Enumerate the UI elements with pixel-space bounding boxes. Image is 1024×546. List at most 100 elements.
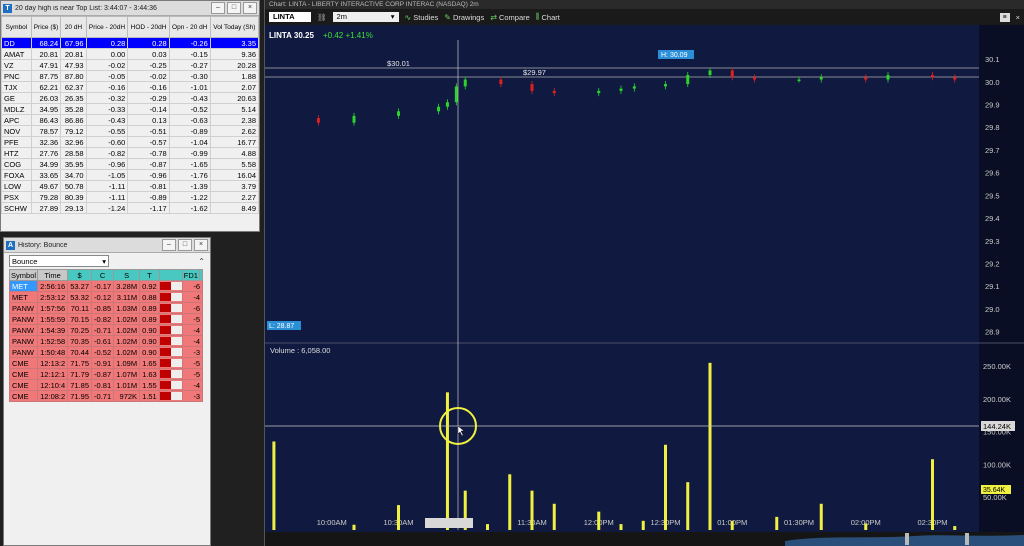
table-row[interactable]: LOW 49.67 50.78 -1.11 -0.81 -1.39 3.79: [1, 180, 259, 192]
candle[interactable]: [499, 79, 503, 85]
col-header[interactable]: Vol Today (Sh): [209, 16, 259, 38]
candle[interactable]: [397, 111, 400, 116]
col-header[interactable]: Time: [37, 269, 69, 281]
scrollbar-handle-right[interactable]: [965, 533, 969, 545]
table-row[interactable]: PNC 87.75 87.80 -0.05 -0.02 -0.30 1.88: [1, 70, 259, 82]
link-icon[interactable]: ⛓: [317, 13, 327, 22]
volume-bar[interactable]: [775, 516, 779, 530]
candle[interactable]: [797, 79, 801, 82]
timeframe-select[interactable]: 2m ▾: [332, 12, 399, 22]
volume-bar[interactable]: [619, 524, 623, 530]
volume-bar[interactable]: [352, 524, 356, 530]
volume-bar[interactable]: [730, 520, 734, 530]
symbol-input[interactable]: LINTA: [269, 12, 311, 22]
chart-button[interactable]: ⫼ Chart: [536, 12, 560, 22]
candle[interactable]: [931, 74, 934, 78]
candle[interactable]: [864, 77, 868, 80]
col-header[interactable]: Symbol: [8, 269, 39, 281]
list-item[interactable]: PANW 1:57:56 70.11 -0.85 1.03M 0.89 -6: [8, 302, 204, 314]
candle[interactable]: [454, 86, 458, 103]
candle[interactable]: [953, 77, 957, 80]
candle[interactable]: [730, 70, 734, 78]
volume-bar[interactable]: [486, 524, 489, 530]
compare-button[interactable]: ⇄ Compare: [490, 13, 530, 22]
volume-bar[interactable]: [708, 362, 712, 530]
col-header[interactable]: HOD - 20dH: [127, 16, 170, 38]
col-header[interactable]: 20 dH: [60, 16, 87, 38]
list-item[interactable]: PANW 1:50:48 70.44 -0.52 1.02M 0.90 -3: [8, 346, 204, 358]
volume-bar[interactable]: [641, 520, 645, 530]
table-row[interactable]: TJX 62.21 62.37 -0.16 -0.16 -1.01 2.07: [1, 81, 259, 93]
list-item[interactable]: PANW 1:52:58 70.35 -0.61 1.02M 0.90 -4: [8, 335, 204, 347]
candle[interactable]: [632, 86, 636, 89]
candle[interactable]: [886, 74, 890, 80]
chart-canvas[interactable]: LINTA 30.25 +0.42 +1.41% Volume : 6,058.…: [265, 25, 1024, 546]
candle[interactable]: [708, 70, 712, 75]
volume-bar[interactable]: [552, 503, 556, 530]
collapse-icon[interactable]: ⌃: [198, 257, 205, 266]
table-row[interactable]: GE 26.03 26.35 -0.32 -0.29 -0.43 20.63: [1, 92, 259, 104]
volume-bar[interactable]: [664, 444, 667, 530]
volume-bar[interactable]: [819, 503, 823, 530]
col-header[interactable]: Price - 20dH: [85, 16, 129, 38]
table-row[interactable]: PFE 32.36 32.96 -0.60 -0.57 -1.04 16.77: [1, 136, 259, 148]
list-item[interactable]: MET 2:56:16 53.27 -0.17 3.28M 0.92 -6: [8, 280, 204, 292]
col-header[interactable]: Symbol: [1, 16, 32, 38]
table-row[interactable]: FOXA 33.65 34.70 -1.05 -0.96 -1.76 16.04: [1, 169, 259, 181]
volume-bar[interactable]: [686, 482, 690, 530]
menu-icon[interactable]: ≡: [999, 12, 1010, 22]
close-icon[interactable]: ×: [1016, 13, 1020, 22]
table-row[interactable]: APC 86.43 86.86 -0.43 0.13 -0.63 2.38: [1, 114, 259, 126]
col-header[interactable]: C: [90, 269, 115, 281]
table-row[interactable]: NOV 78.57 79.12 -0.55 -0.51 -0.89 2.62: [1, 125, 259, 137]
col-header[interactable]: $: [67, 269, 92, 281]
table-row[interactable]: HTZ 27.76 28.58 -0.82 -0.78 -0.99 4.88: [1, 147, 259, 159]
table-row[interactable]: COG 34.99 35.95 -0.96 -0.87 -1.65 5.58: [1, 158, 259, 170]
history-titlebar[interactable]: A History: Bounce – □ ×: [4, 238, 210, 253]
list-item[interactable]: CME 12:13:2 71.75 -0.91 1.09M 1.65 -5: [8, 357, 204, 369]
candle[interactable]: [352, 115, 356, 123]
maximize-icon[interactable]: □: [178, 239, 192, 251]
col-header[interactable]: [198, 269, 204, 281]
candle[interactable]: [597, 90, 601, 94]
table-row[interactable]: AMAT 20.81 20.81 0.00 0.03 -0.15 9.36: [1, 48, 259, 60]
scrollbar-handle-left[interactable]: [905, 533, 909, 545]
candle[interactable]: [530, 84, 534, 91]
col-header[interactable]: S: [113, 269, 141, 281]
candle[interactable]: [316, 118, 320, 123]
volume-bar[interactable]: [953, 526, 957, 530]
volume-bar[interactable]: [508, 474, 512, 530]
candle[interactable]: [437, 106, 441, 112]
list-item[interactable]: CME 12:10:4 71.85 -0.81 1.01M 1.55 -4: [8, 379, 204, 391]
table-row[interactable]: MDLZ 34.95 35.28 -0.33 -0.14 -0.52 5.14: [1, 103, 259, 115]
close-icon[interactable]: ×: [243, 2, 257, 14]
candle[interactable]: [619, 88, 623, 91]
close-icon[interactable]: ×: [194, 239, 208, 251]
studies-button[interactable]: ∿ Studies: [405, 13, 439, 22]
list-item[interactable]: CME 12:08:2 71.95 -0.71 972K 1.51 -3: [8, 390, 204, 402]
drawings-button[interactable]: ✎ Drawings: [444, 13, 484, 22]
list-item[interactable]: PANW 1:55:59 70.15 -0.82 1.02M 0.89 -5: [8, 313, 204, 325]
table-row[interactable]: PSX 79.28 80.39 -1.11 -0.89 -1.22 2.27: [1, 191, 259, 203]
table-row[interactable]: DD 68.24 67.96 0.28 0.28 -0.26 3.35: [1, 37, 259, 49]
toplist-titlebar[interactable]: T 20 day high is near Top List: 3:44:07 …: [1, 1, 259, 16]
col-header[interactable]: Price ($): [30, 16, 62, 38]
table-row[interactable]: SCHW 27.89 29.13 -1.24 -1.17 -1.62 8.49: [1, 202, 259, 214]
candle[interactable]: [552, 90, 556, 94]
volume-bar[interactable]: [397, 505, 400, 530]
col-header[interactable]: FD1: [181, 269, 200, 281]
candle[interactable]: [753, 77, 756, 80]
candle[interactable]: [463, 79, 467, 87]
maximize-icon[interactable]: □: [227, 2, 241, 14]
col-header[interactable]: [158, 269, 183, 281]
col-header[interactable]: Opn - 20 dH: [168, 16, 211, 38]
strategy-select[interactable]: Bounce ▾: [9, 255, 109, 267]
list-item[interactable]: PANW 1:54:39 70.25 -0.71 1.02M 0.90 -4: [8, 324, 204, 336]
volume-bar[interactable]: [272, 441, 276, 531]
list-item[interactable]: MET 2:53:12 53.32 -0.12 3.11M 0.88 -4: [8, 291, 204, 303]
candle[interactable]: [686, 74, 690, 85]
candle[interactable]: [819, 77, 823, 80]
volume-bar[interactable]: [530, 490, 534, 530]
minimize-icon[interactable]: –: [162, 239, 176, 251]
candle[interactable]: [445, 102, 449, 107]
